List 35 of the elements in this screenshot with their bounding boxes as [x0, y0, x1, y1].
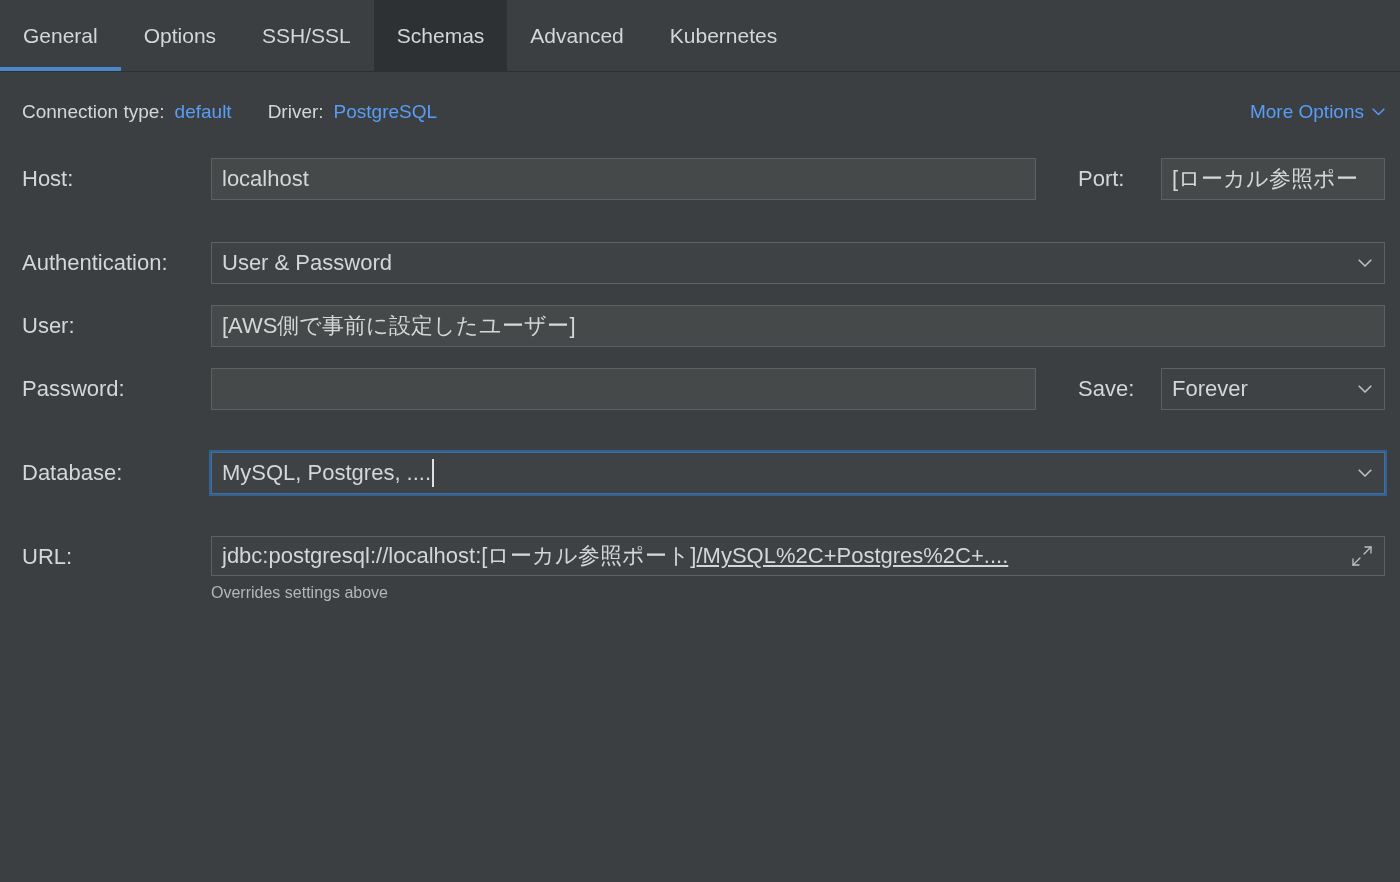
driver-link[interactable]: PostgreSQL [333, 100, 438, 123]
expand-icon[interactable] [1350, 544, 1374, 568]
chevron-down-icon [1372, 107, 1385, 116]
chevron-down-icon [1358, 259, 1372, 267]
dropdown[interactable]: MySQL, Postgres, .... [211, 452, 1385, 494]
text-field[interactable]: [AWS側で事前に設定したユーザー] [211, 305, 1385, 347]
field-label: User: [22, 312, 76, 340]
tab[interactable]: Kubernetes [646, 0, 801, 71]
hint-text: Overrides settings above [211, 584, 389, 602]
field-label: Database: [22, 459, 124, 487]
field-label: URL: [22, 543, 74, 571]
driver-label: Driver: [267, 100, 324, 123]
field-label: Port: [1078, 165, 1126, 193]
url-link[interactable]: /MySQL%2C+Postgres%2C+.... [696, 543, 1009, 569]
text-field[interactable]: [ローカル参照ポー [1161, 158, 1385, 200]
tab[interactable]: SSH/SSL [239, 0, 374, 71]
field-label: Password: [22, 375, 126, 403]
text-cursor [432, 459, 435, 487]
field-label: Authentication: [22, 249, 169, 277]
text-field[interactable]: localhost [211, 158, 1036, 200]
tab[interactable]: Advanced [507, 0, 647, 71]
password-field[interactable] [211, 368, 1036, 410]
chevron-down-icon [1358, 385, 1372, 393]
connection-type-link[interactable]: default [174, 100, 232, 123]
tab[interactable]: Schemas [373, 0, 508, 71]
tab[interactable]: General [0, 0, 121, 71]
field-label: Save: [1078, 375, 1136, 403]
more-options-link[interactable]: More Options [1249, 100, 1385, 123]
tab[interactable]: Options [120, 0, 240, 71]
url-field[interactable]: jdbc:postgresql://localhost:[ローカル参照ポート]/MySQL%2C+Postgres%2C+.... [211, 536, 1385, 576]
field-label: Host: [22, 165, 75, 193]
chevron-down-icon [1358, 469, 1372, 477]
dropdown[interactable]: User & Password [211, 242, 1385, 284]
dropdown[interactable]: Forever [1161, 368, 1385, 410]
connection-type-label: Connection type: [22, 100, 165, 123]
